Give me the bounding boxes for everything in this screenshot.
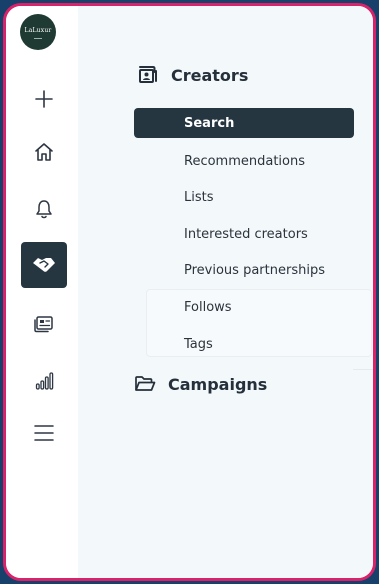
- nav-item-interested-creators[interactable]: Interested creators: [134, 219, 354, 249]
- nav-item-label: Lists: [184, 189, 214, 205]
- nav-panel: Creators Search Recommendations Lists In…: [78, 6, 373, 578]
- creators-section-label: Creators: [171, 65, 249, 85]
- nav-item-label: Recommendations: [184, 153, 306, 169]
- nav-item-label: Tags: [184, 336, 213, 352]
- nav-item-lists[interactable]: Lists: [134, 182, 354, 212]
- background-divider: [353, 369, 373, 370]
- campaigns-section-label: Campaigns: [168, 374, 268, 394]
- nav-item-label: Previous partnerships: [184, 262, 325, 278]
- nav-item-recommendations[interactable]: Recommendations: [134, 146, 354, 176]
- logo-text: LaLuxur: [24, 26, 52, 34]
- nav-item-follows[interactable]: Follows: [134, 292, 354, 322]
- menu-icon: [34, 425, 54, 441]
- nav-item-search[interactable]: Search: [134, 108, 354, 138]
- creators-nav-button[interactable]: [21, 242, 67, 288]
- app-window: LaLuxur Creators Search Recommendations …: [3, 3, 376, 581]
- nav-item-tags[interactable]: Tags: [134, 329, 354, 359]
- creator-id-icon: [137, 64, 159, 86]
- creators-section-header[interactable]: Creators: [137, 64, 248, 86]
- logo-underline: [34, 37, 42, 39]
- menu-button[interactable]: [24, 413, 64, 453]
- bar-chart-icon: [35, 372, 54, 390]
- analytics-button[interactable]: [24, 361, 64, 401]
- icon-rail: LaLuxur: [6, 6, 78, 578]
- create-button[interactable]: [24, 79, 64, 119]
- campaign-cards-button[interactable]: [24, 303, 64, 343]
- plus-icon: [35, 90, 53, 108]
- campaigns-section-header[interactable]: Campaigns: [134, 373, 267, 395]
- notifications-button[interactable]: [24, 189, 64, 229]
- nav-item-previous-partnerships[interactable]: Previous partnerships: [134, 255, 354, 285]
- home-button[interactable]: [24, 132, 64, 172]
- nav-item-label: Search: [184, 115, 235, 131]
- nav-item-label: Follows: [184, 299, 232, 315]
- home-icon: [35, 143, 53, 161]
- bell-icon: [36, 200, 52, 219]
- id-card-icon: [34, 316, 53, 333]
- nav-item-label: Interested creators: [184, 226, 308, 242]
- folder-icon: [134, 373, 156, 395]
- brand-logo[interactable]: LaLuxur: [20, 14, 56, 50]
- handshake-icon: [33, 258, 55, 272]
